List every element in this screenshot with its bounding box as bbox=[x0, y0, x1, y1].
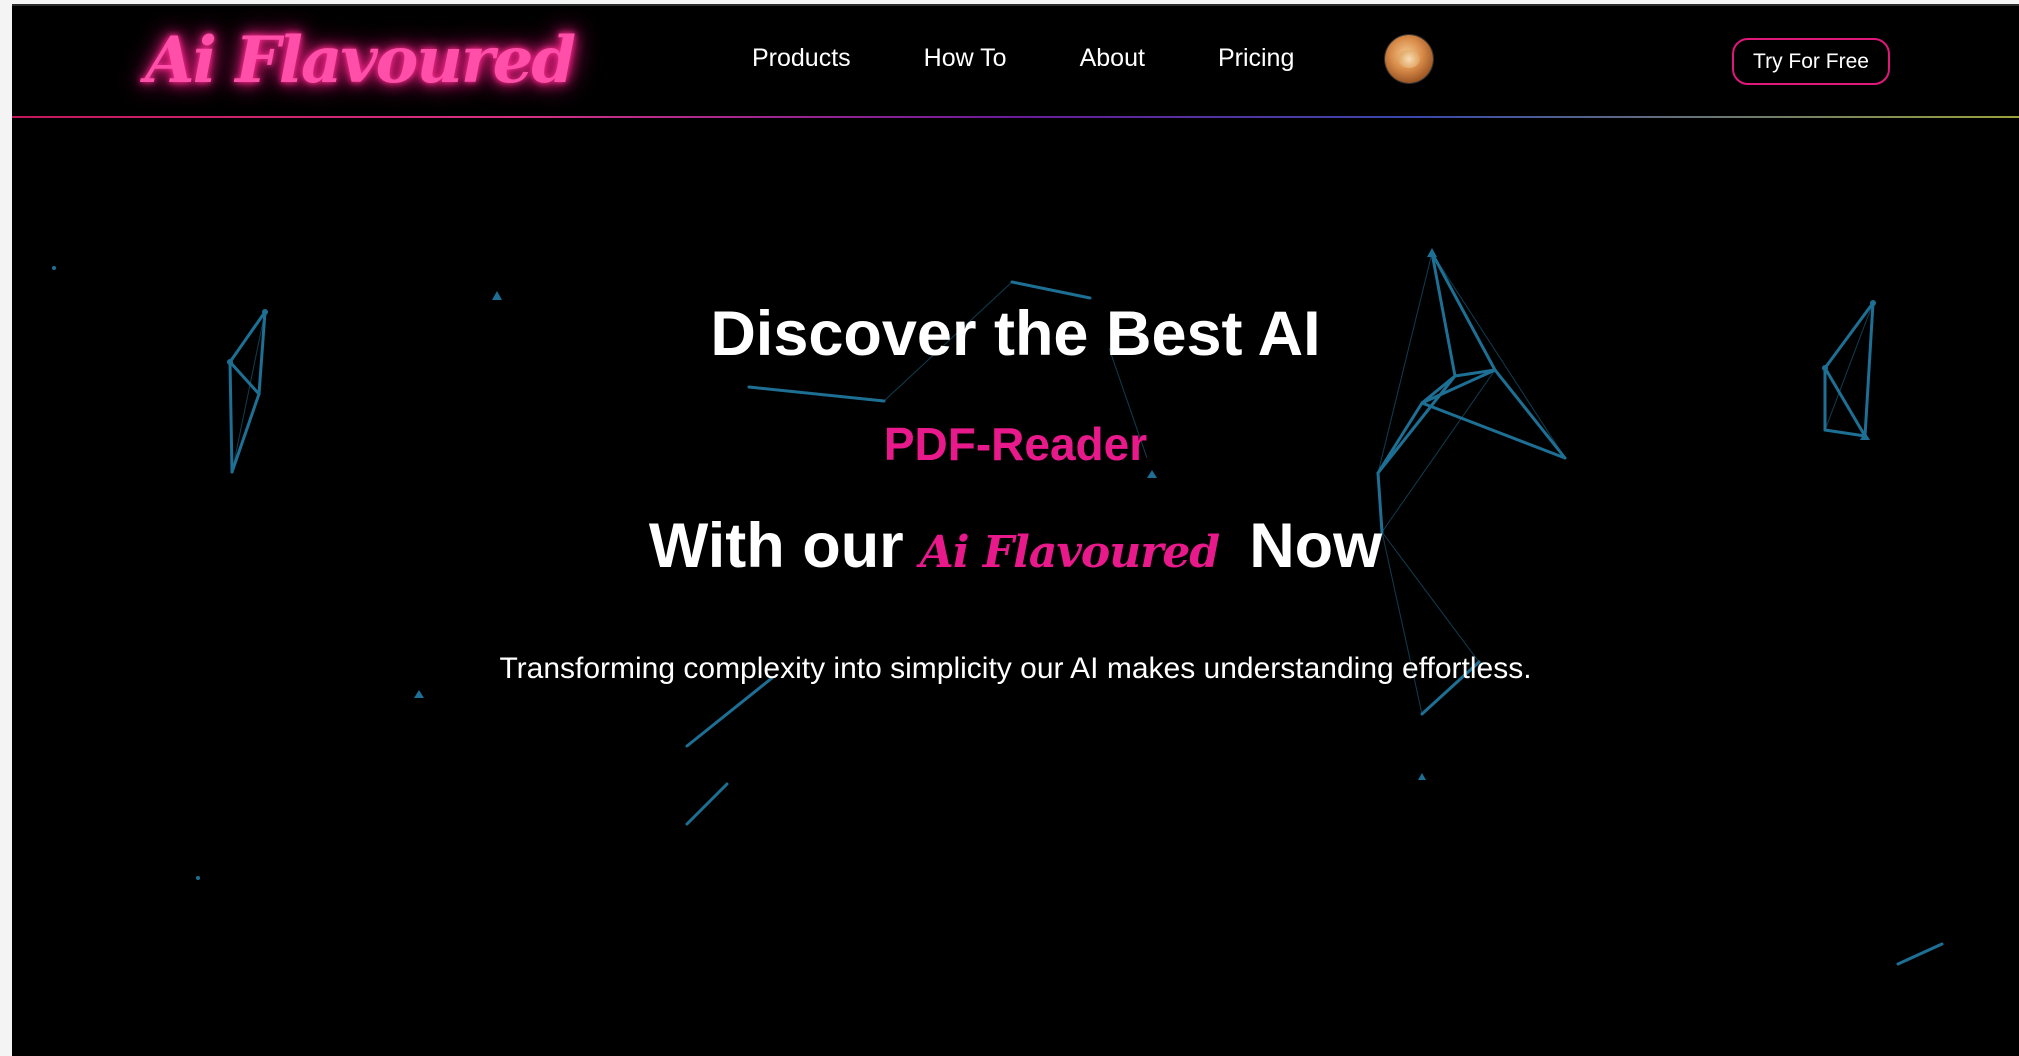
cat-avatar-icon[interactable] bbox=[1385, 35, 1433, 83]
tagline-suffix: Now bbox=[1249, 511, 1383, 581]
brand-logo[interactable]: Ai Flavoured bbox=[145, 22, 576, 100]
tagline-prefix: With our bbox=[648, 511, 904, 581]
avatar-face bbox=[1398, 50, 1420, 68]
try-for-free-button[interactable]: Try For Free bbox=[1732, 38, 1890, 85]
hero-subtitle: Transforming complexity into simplicity … bbox=[499, 652, 1532, 685]
top-navbar: Ai Flavoured Products How To About Prici… bbox=[12, 6, 2019, 116]
hero-headline: Discover the Best AI bbox=[710, 299, 1321, 369]
nav-link-how-to[interactable]: How To bbox=[924, 40, 1007, 76]
nav-link-products[interactable]: Products bbox=[752, 40, 851, 76]
hero-tagline: With our Ai Flavoured Now bbox=[12, 508, 2019, 591]
main-nav: Products How To About Pricing bbox=[752, 40, 1367, 76]
nav-link-about[interactable]: About bbox=[1080, 40, 1145, 76]
tagline-brand-logo: Ai Flavoured bbox=[919, 527, 1220, 578]
gradient-divider bbox=[12, 116, 2019, 118]
browser-viewport: Ai Flavoured Products How To About Prici… bbox=[12, 4, 2019, 1056]
hero-product-name: PDF-Reader bbox=[883, 418, 1148, 470]
nav-link-pricing[interactable]: Pricing bbox=[1218, 40, 1294, 76]
